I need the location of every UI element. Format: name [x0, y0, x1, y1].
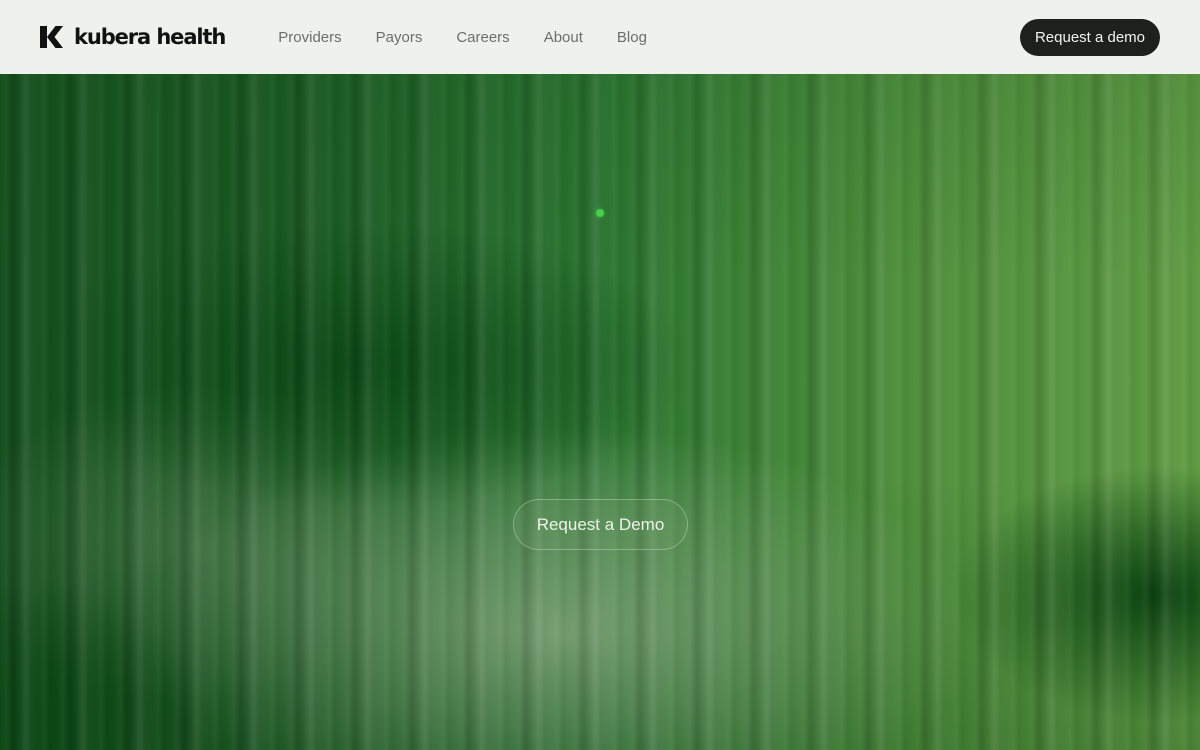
nav-item-careers[interactable]: Careers — [456, 29, 509, 46]
request-demo-hero-button[interactable]: Request a Demo — [513, 499, 688, 550]
hero-section: Request a Demo — [0, 74, 1200, 750]
main-nav: Providers Payors Careers About Blog — [278, 29, 681, 46]
kubera-k-icon — [40, 26, 63, 48]
nav-item-providers[interactable]: Providers — [278, 29, 341, 46]
nav-item-blog[interactable]: Blog — [617, 29, 647, 46]
green-dot-icon — [596, 209, 604, 217]
request-demo-header-button[interactable]: Request a demo — [1020, 18, 1160, 56]
logo-link[interactable]: kubera health — [40, 24, 226, 49]
site-header: kubera health Providers Payors Careers A… — [0, 0, 1200, 74]
hero-top-fade — [0, 74, 1200, 750]
nav-item-about[interactable]: About — [544, 29, 583, 46]
page: kubera health Providers Payors Careers A… — [0, 0, 1200, 750]
nav-item-payors[interactable]: Payors — [376, 29, 423, 46]
logo-text: kubera health — [74, 24, 226, 49]
